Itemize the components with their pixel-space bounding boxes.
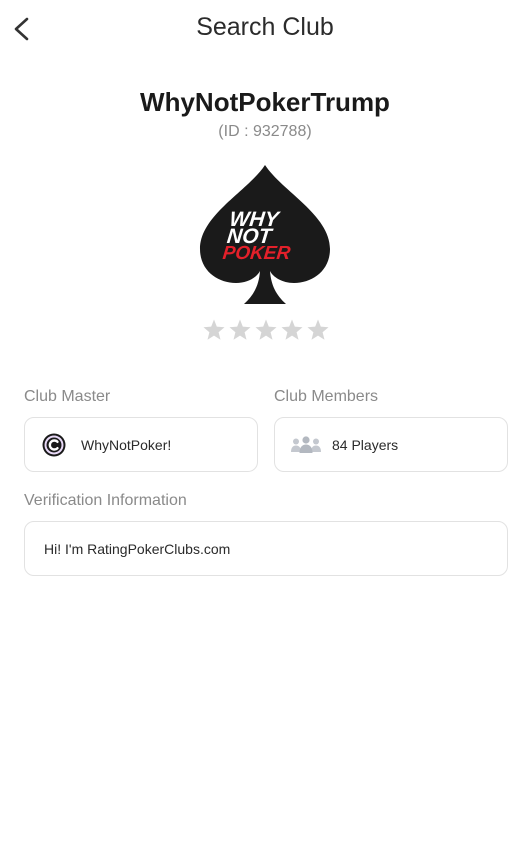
club-members-count: 84 Players <box>332 436 399 453</box>
club-logo: WHY NOT POKER <box>200 165 330 304</box>
club-id: (ID : 932788) <box>218 123 312 140</box>
club-members-card: 84 Players <box>274 417 508 472</box>
club-master-name: WhyNotPoker! <box>81 436 172 453</box>
star-rating <box>202 318 330 346</box>
verification-label: Verification Information <box>24 492 187 509</box>
star-icon[interactable] <box>254 318 278 342</box>
star-icon[interactable] <box>228 318 252 342</box>
header-bar: Search Club <box>0 0 530 60</box>
star-icon[interactable] <box>202 318 226 342</box>
logo-text-poker: POKER <box>222 243 292 264</box>
star-icon[interactable] <box>280 318 304 342</box>
club-master-card: WhyNotPoker! <box>24 417 258 472</box>
letter-c-avatar-icon <box>42 433 66 456</box>
people-icon <box>291 435 321 453</box>
verification-text: Hi! I'm RatingPokerClubs.com <box>44 540 231 557</box>
star-icon[interactable] <box>306 318 330 342</box>
club-members-label: Club Members <box>274 388 379 405</box>
club-master-label: Club Master <box>24 388 111 405</box>
club-name: WhyNotPokerTrump <box>140 87 390 117</box>
verification-card: Hi! I'm RatingPokerClubs.com <box>24 521 508 576</box>
page-title: Search Club <box>196 13 334 41</box>
